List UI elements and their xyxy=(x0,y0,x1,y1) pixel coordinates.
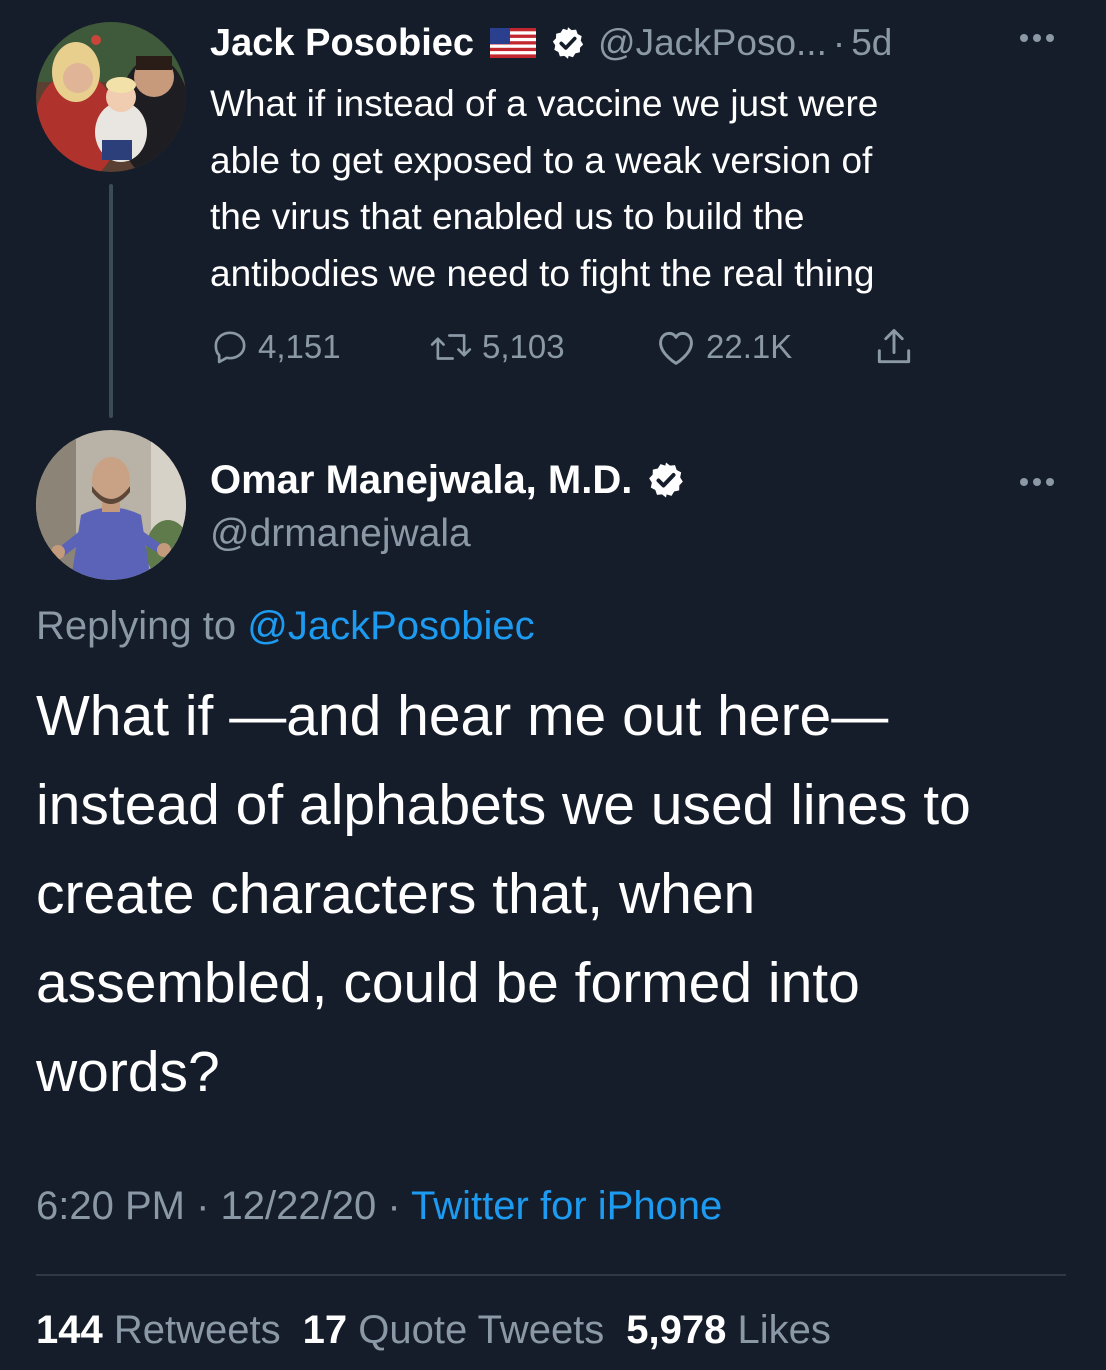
verified-badge-icon xyxy=(646,460,686,500)
us-flag-icon xyxy=(490,28,537,58)
replying-to-prefix: Replying to xyxy=(36,604,248,648)
tweet2-text-line: assembled, could be formed into xyxy=(36,951,860,1015)
verified-badge-icon xyxy=(550,25,586,61)
tweet1-author-name[interactable]: Jack Posobiec xyxy=(210,22,474,65)
retweet-icon xyxy=(430,334,472,360)
tweet2-text-line: words? xyxy=(36,1040,220,1104)
tweet1-text-line: What if instead of a vaccine we just wer… xyxy=(210,83,879,124)
tweet2-text-line: What if —and hear me out here— xyxy=(36,684,889,748)
tweet1-header: Jack Posobiec @JackPoso... · 5d xyxy=(210,18,892,68)
tweet2-text-line: create characters that, when xyxy=(36,862,756,926)
avatar-photo-family xyxy=(36,22,186,172)
tweet1-text-line: antibodies we need to fight the real thi… xyxy=(210,252,875,294)
likes-count: 5,978 xyxy=(626,1308,727,1352)
likes-stat[interactable]: 5,978 Likes xyxy=(626,1308,831,1352)
tweet2-time[interactable]: 6:20 PM xyxy=(36,1184,185,1228)
tweet1-more-icon[interactable] xyxy=(1016,28,1058,48)
tweet2-source-link[interactable]: Twitter for iPhone xyxy=(411,1184,722,1228)
tweet1-time[interactable]: 5d xyxy=(851,22,892,64)
quote-tweets-label: Quote Tweets xyxy=(347,1308,605,1352)
tweet2-text-line: instead of alphabets we used lines to xyxy=(36,773,971,837)
meta-separator: · xyxy=(376,1184,412,1228)
tweet2-meta: 6:20 PM · 12/22/20 · Twitter for iPhone xyxy=(36,1184,722,1229)
likes-label: Likes xyxy=(726,1308,831,1352)
reply-count: 4,151 xyxy=(258,328,341,365)
retweets-label: Retweets xyxy=(102,1308,281,1352)
tweet1-text-line: able to get exposed to a weak version of xyxy=(210,139,873,181)
reply-button[interactable]: 4,151 xyxy=(210,322,341,372)
avatar-jack-posobiec[interactable] xyxy=(36,22,186,172)
tweet1-separator: · xyxy=(832,22,846,63)
meta-separator: · xyxy=(184,1184,221,1228)
thread-connector-line xyxy=(109,184,113,418)
retweet-button[interactable]: 5,103 xyxy=(428,322,565,372)
tweet1-text: What if instead of a vaccine we just wer… xyxy=(210,76,1070,302)
retweet-count: 5,103 xyxy=(482,328,565,365)
tweet2-text: What if —and hear me out here— instead o… xyxy=(36,672,1076,1117)
tweet1-text-line: the virus that enabled us to build the xyxy=(210,196,805,237)
replying-to: Replying to @JackPosobiec xyxy=(36,604,535,649)
tweet2-more-icon[interactable] xyxy=(1016,472,1058,492)
tweet2-header: Omar Manejwala, M.D. xyxy=(210,452,686,508)
avatar-omar-manejwala[interactable] xyxy=(36,430,186,580)
retweets-stat[interactable]: 144 Retweets xyxy=(36,1308,281,1352)
tweet1-handle[interactable]: @JackPoso... xyxy=(598,22,827,64)
like-button[interactable]: 22.1K xyxy=(654,322,792,372)
tweet2-date[interactable]: 12/22/20 xyxy=(221,1184,377,1228)
like-count: 22.1K xyxy=(706,328,793,365)
tweet2-author-name[interactable]: Omar Manejwala, M.D. xyxy=(210,458,632,503)
retweets-count: 144 xyxy=(36,1308,103,1352)
divider xyxy=(36,1274,1066,1276)
quote-tweets-count: 17 xyxy=(302,1308,348,1352)
tweet2-stats: 144 Retweets 17 Quote Tweets 5,978 Likes xyxy=(36,1308,831,1353)
avatar-photo-man xyxy=(36,430,186,580)
tweet2-handle[interactable]: @drmanejwala xyxy=(210,512,471,556)
replying-to-link[interactable]: @JackPosobiec xyxy=(247,604,534,648)
heart-icon xyxy=(659,331,693,365)
reply-icon xyxy=(214,331,246,364)
quote-tweets-stat[interactable]: 17 Quote Tweets xyxy=(303,1308,605,1352)
share-button[interactable] xyxy=(872,322,916,372)
share-icon xyxy=(877,329,911,364)
